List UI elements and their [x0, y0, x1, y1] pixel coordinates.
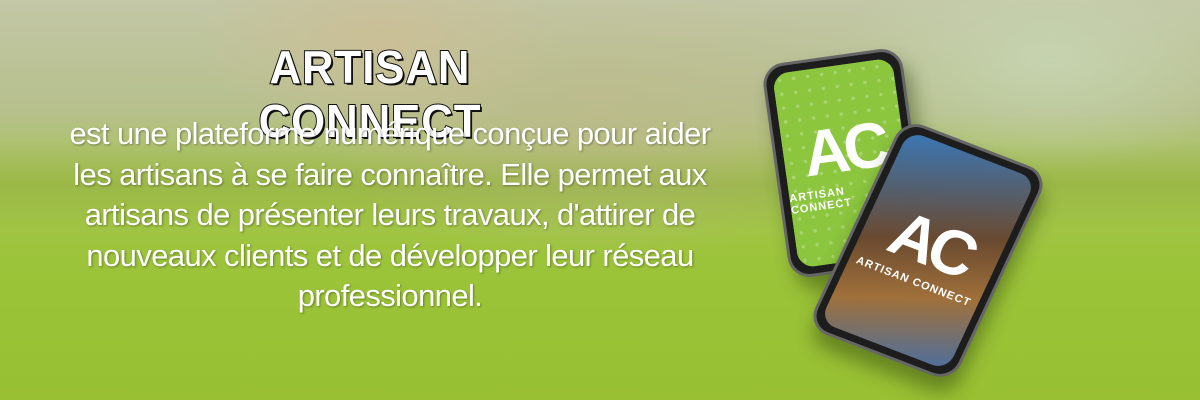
description-line: nouveaux clients et de développer leur r…: [86, 237, 694, 273]
description-line: les artisans à se faire connaître. Elle …: [73, 156, 707, 192]
description-line: artisans de présenter leurs travaux, d'a…: [84, 197, 696, 232]
description-line: professionnel.: [297, 278, 483, 313]
app-logo: AC: [798, 107, 889, 191]
description-line: est une plateforme numérique conçue pour…: [69, 116, 711, 151]
description: est une plateforme numérique conçue pour…: [30, 114, 750, 317]
